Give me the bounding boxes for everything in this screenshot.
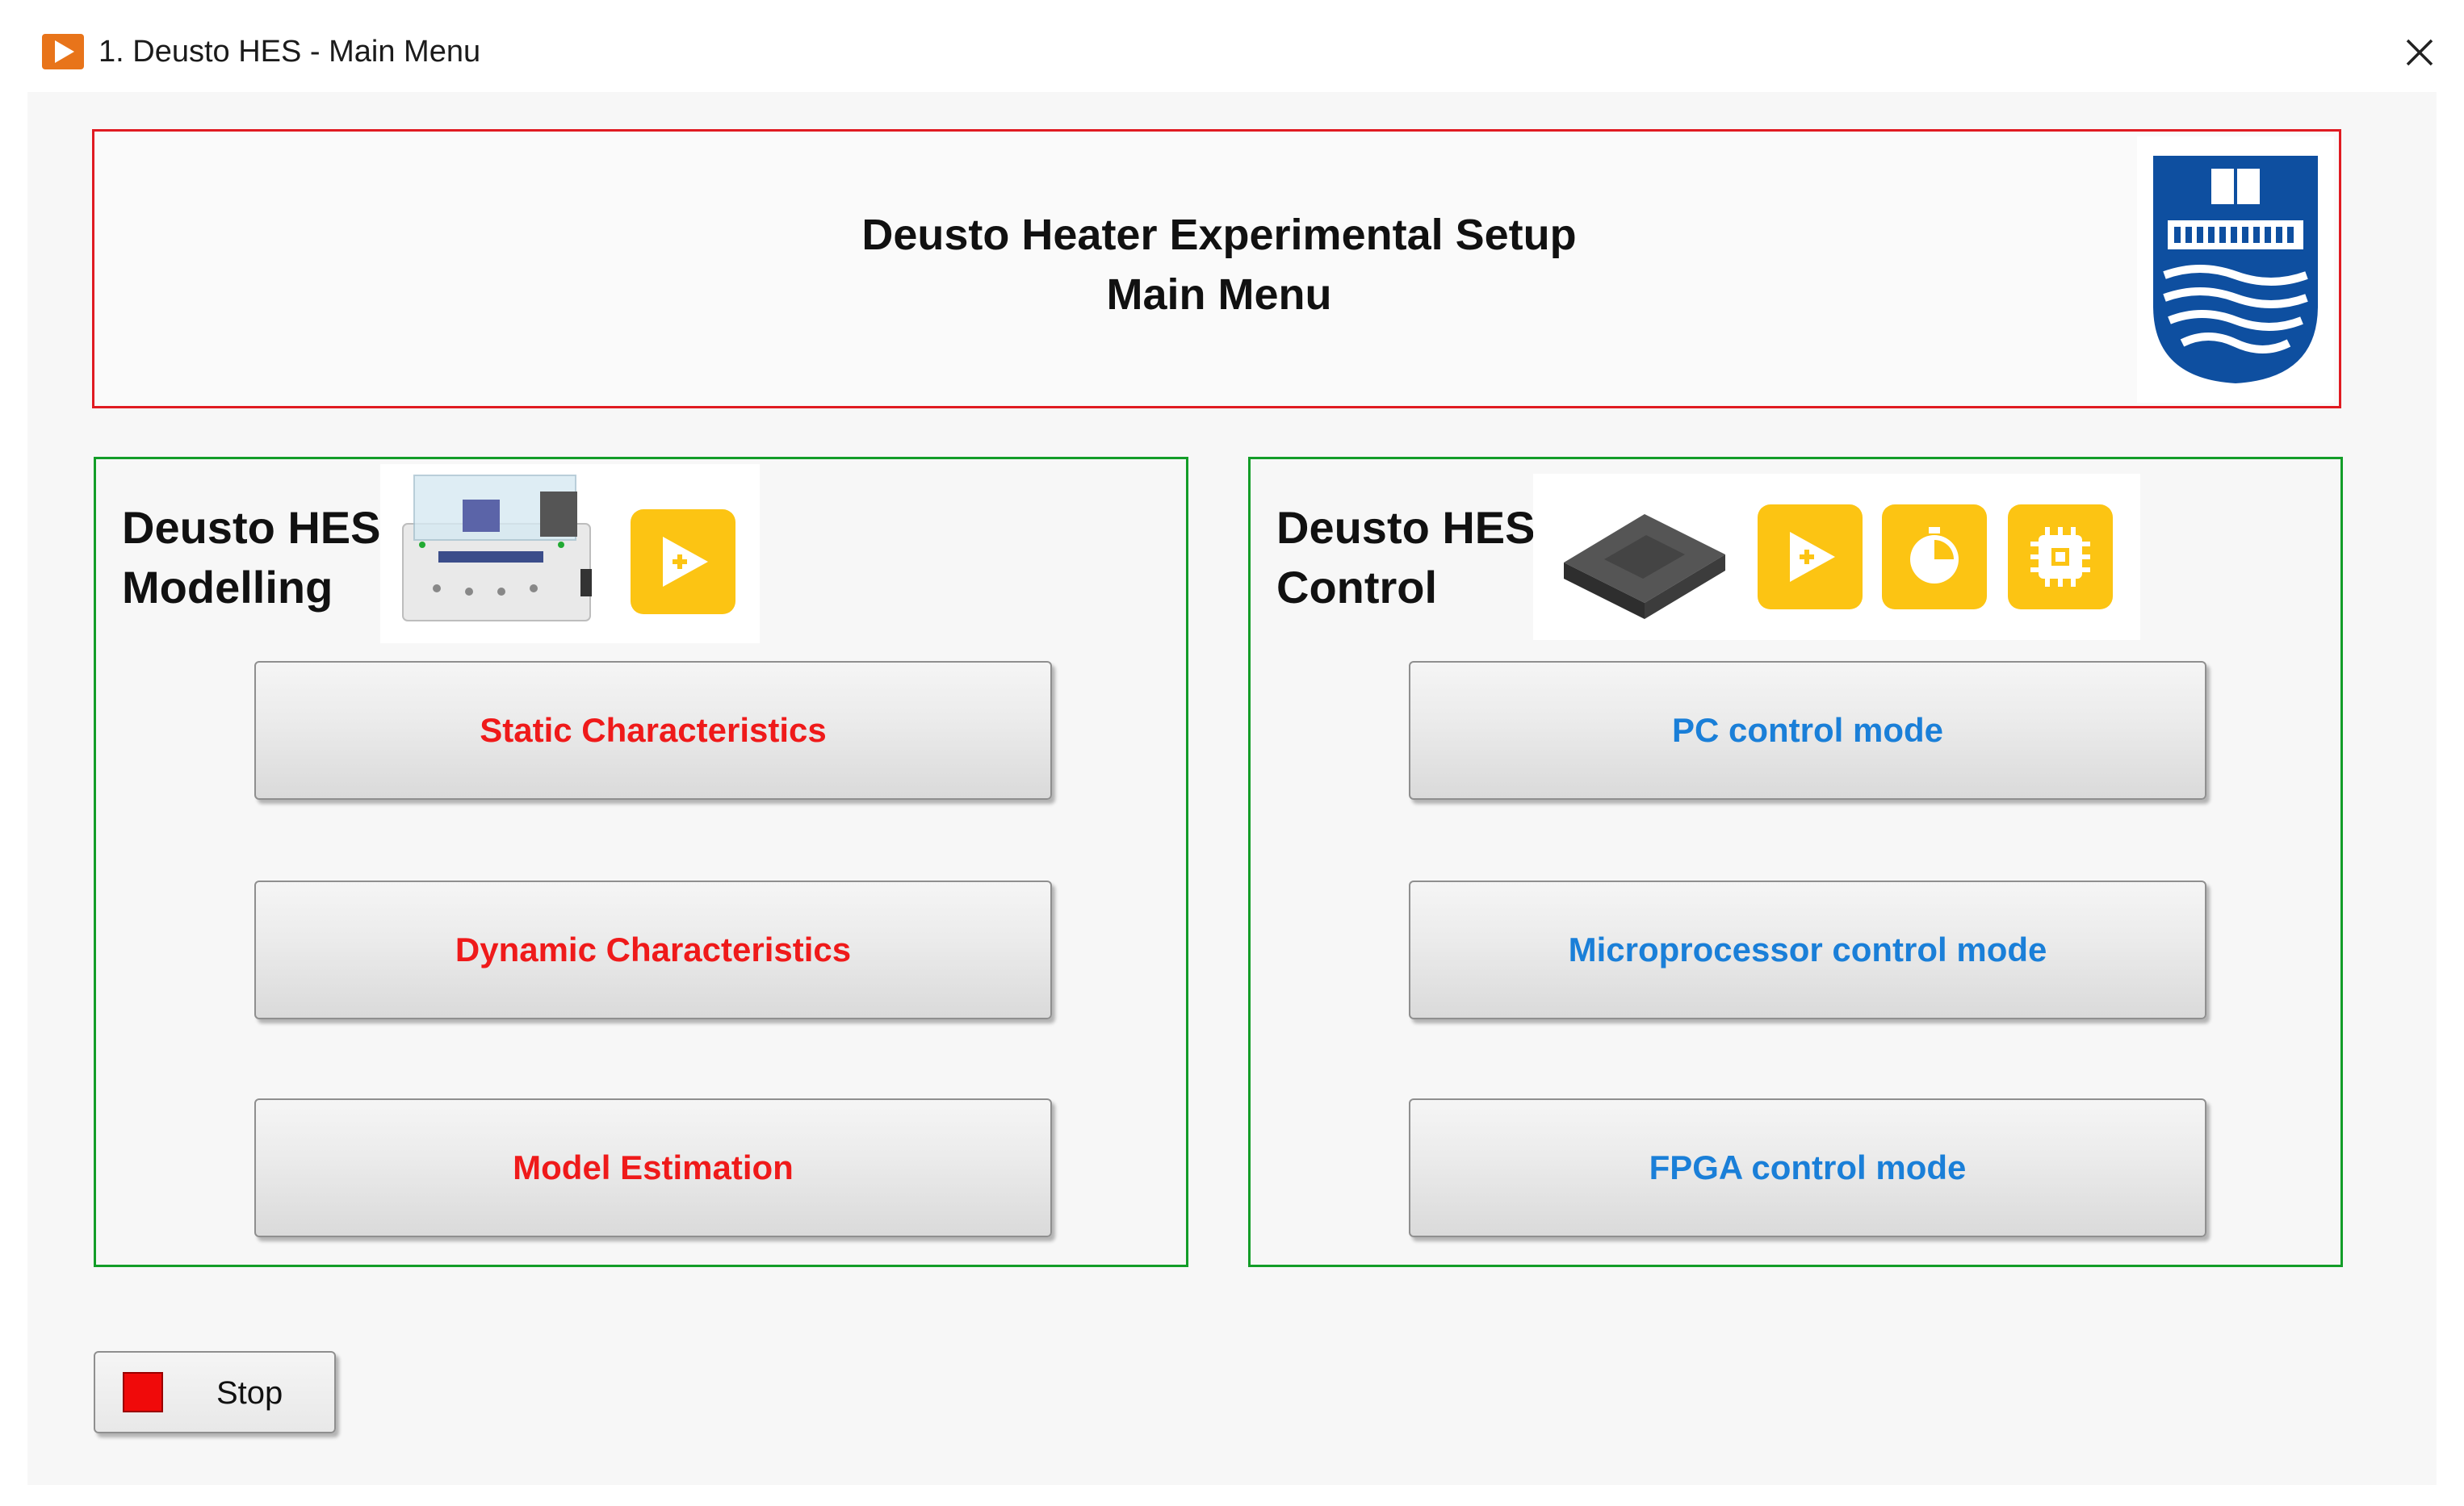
control-group: Deusto HES Control PC control mode Micro… [1248, 457, 2343, 1267]
fpga-chip-icon [2008, 504, 2113, 609]
microprocessor-control-mode-button[interactable]: Microprocessor control mode [1409, 881, 2206, 1019]
university-shield-logo [2137, 136, 2334, 403]
labview-run-icon [631, 509, 735, 614]
dynamic-characteristics-button[interactable]: Dynamic Characteristics [254, 881, 1052, 1019]
modelling-group: Deusto HES Modelling Static Characterist… [94, 457, 1188, 1267]
static-characteristics-label: Static Characteristics [480, 711, 827, 749]
header-banner: Deusto Heater Experimental Setup Main Me… [92, 129, 2341, 408]
dynamic-characteristics-label: Dynamic Characteristics [455, 931, 852, 968]
fpga-control-mode-button[interactable]: FPGA control mode [1409, 1098, 2206, 1237]
main-panel: Deusto Heater Experimental Setup Main Me… [27, 92, 2437, 1485]
labview-run-icon [1758, 504, 1863, 609]
close-icon[interactable] [2390, 24, 2446, 77]
labview-run-icon [42, 34, 84, 69]
pc-control-mode-button[interactable]: PC control mode [1409, 661, 2206, 800]
static-characteristics-button[interactable]: Static Characteristics [254, 661, 1052, 800]
window-title: 1. Deusto HES - Main Menu [98, 35, 481, 69]
banner-subtitle: Main Menu [1106, 270, 1332, 319]
pc-control-mode-label: PC control mode [1671, 711, 1944, 749]
model-estimation-button[interactable]: Model Estimation [254, 1098, 1052, 1237]
stop-button[interactable]: Stop [94, 1351, 336, 1433]
control-icon-strip [1533, 474, 2140, 640]
microprocessor-control-mode-label: Microprocessor control mode [1568, 931, 2047, 968]
control-board-image [1556, 490, 1733, 627]
banner-title: Deusto Heater Experimental Setup [861, 211, 1577, 259]
heater-device-image [390, 467, 613, 638]
realtime-timer-icon [1882, 504, 1987, 609]
fpga-control-mode-label: FPGA control mode [1649, 1148, 1967, 1186]
window-titlebar: 1. Deusto HES - Main Menu [0, 0, 2464, 89]
stop-label: Stop [216, 1375, 283, 1411]
control-title: Deusto HES Control [1276, 502, 1536, 613]
modelling-icon-strip [380, 464, 760, 643]
model-estimation-label: Model Estimation [513, 1148, 794, 1186]
modelling-title: Deusto HES Modelling [122, 502, 381, 613]
stop-icon [123, 1372, 163, 1412]
